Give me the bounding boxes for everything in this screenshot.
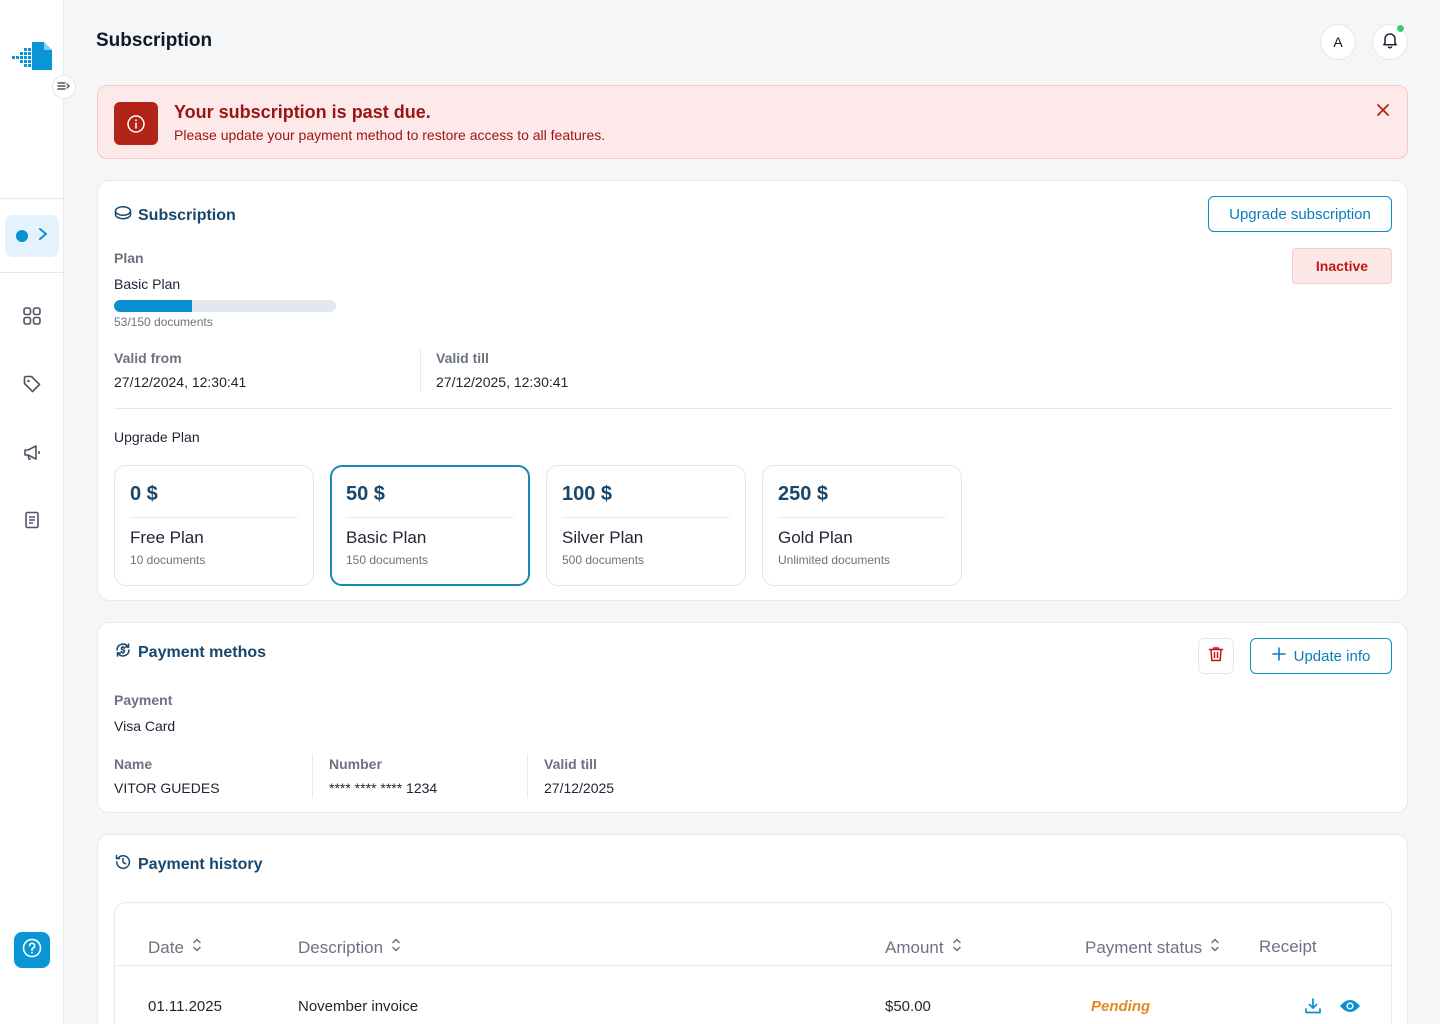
plan-value: Basic Plan	[114, 276, 181, 292]
tag-icon[interactable]	[20, 372, 44, 396]
plan-docs: 150 documents	[346, 553, 429, 567]
plan-docs: 10 documents	[130, 553, 206, 567]
field-divider	[527, 754, 528, 798]
plan-label: Plan	[114, 250, 144, 266]
row-description: November invoice	[298, 998, 419, 1015]
trash-icon	[1207, 645, 1225, 668]
valid-from-value: 27/12/2024, 12:30:41	[114, 374, 247, 390]
payment-history-heading: Payment history	[114, 853, 262, 876]
chevron-right-icon	[38, 227, 48, 246]
plus-icon	[1271, 647, 1286, 665]
app-logo	[10, 40, 54, 72]
table-header-divider	[115, 965, 1391, 966]
payment-history-card: Payment history Date Description Amount …	[97, 834, 1408, 1024]
plan-name: Silver Plan	[562, 528, 644, 547]
sort-icon	[952, 937, 962, 958]
card-valid-till-label: Valid till	[544, 756, 597, 772]
payment-method-card: Payment methos Update info Payment Visa …	[97, 622, 1408, 813]
payment-cycle-icon	[114, 641, 132, 664]
plan-price: 100 $	[562, 483, 613, 505]
megaphone-icon[interactable]	[20, 440, 44, 464]
sidebar-divider	[0, 198, 64, 199]
column-header-amount[interactable]: Amount	[885, 937, 962, 958]
field-divider	[312, 754, 313, 798]
view-icon[interactable]	[1339, 996, 1361, 1020]
status-badge: Inactive	[1292, 248, 1392, 284]
alert-title: Your subscription is past due.	[174, 102, 431, 122]
subscription-card: Subscription Upgrade subscription Inacti…	[97, 180, 1408, 601]
history-icon	[114, 853, 132, 876]
sidebar	[0, 0, 64, 1024]
plan-card-free[interactable]: 0 $ Free Plan 10 documents	[114, 465, 314, 586]
plan-docs: 500 documents	[562, 553, 645, 567]
plan-name: Basic Plan	[346, 528, 427, 547]
plan-price: 50 $	[346, 483, 385, 505]
valid-till-value: 27/12/2025, 12:30:41	[436, 374, 569, 390]
info-icon	[114, 102, 158, 145]
payment-history-table: Date Description Amount Payment status R…	[114, 902, 1392, 1024]
plan-divider	[778, 517, 946, 518]
plan-card-gold[interactable]: 250 $ Gold Plan Unlimited documents	[762, 465, 962, 586]
update-info-button[interactable]: Update info	[1250, 638, 1392, 674]
column-header-receipt: Receipt	[1259, 937, 1317, 956]
sidebar-collapse-button[interactable]	[52, 75, 76, 99]
valid-till-label: Valid till	[436, 350, 489, 366]
avatar[interactable]: A	[1320, 24, 1356, 60]
column-header-description[interactable]: Description	[298, 937, 401, 958]
column-header-date[interactable]: Date	[148, 937, 202, 958]
bell-icon	[1381, 31, 1399, 54]
status-dot-icon	[16, 230, 28, 242]
usage-progress-fill	[114, 300, 193, 312]
plan-name: Free Plan	[130, 528, 204, 547]
field-divider	[420, 348, 421, 392]
row-date: 01.11.2025	[148, 998, 222, 1015]
collapse-icon	[57, 78, 71, 96]
dashboard-icon[interactable]	[20, 304, 44, 328]
plan-card-silver[interactable]: 100 $ Silver Plan 500 documents	[546, 465, 746, 586]
plan-card-basic[interactable]: 50 $ Basic Plan 150 documents	[330, 465, 530, 586]
alert-message: Please update your payment method to res…	[174, 127, 606, 143]
section-divider	[114, 408, 1392, 409]
sort-icon	[192, 937, 202, 958]
sidebar-item-active[interactable]	[5, 215, 59, 257]
card-name-value: VITOR GUEDES	[114, 780, 220, 796]
payment-value: Visa Card	[114, 718, 176, 734]
document-icon[interactable]	[20, 508, 44, 532]
notification-dot	[1396, 24, 1405, 33]
plan-divider	[346, 517, 514, 518]
plan-name: Gold Plan	[778, 528, 853, 547]
sidebar-divider	[0, 272, 64, 273]
card-number-label: Number	[329, 756, 382, 772]
row-amount: $50.00	[885, 998, 931, 1015]
page-title: Subscription	[96, 30, 213, 51]
help-icon	[21, 937, 43, 964]
payment-method-heading: Payment methos	[114, 641, 266, 664]
usage-text: 53/150 documents	[114, 315, 213, 329]
column-header-status[interactable]: Payment status	[1085, 937, 1220, 958]
row-status: Pending	[1091, 998, 1151, 1015]
card-valid-till-value: 27/12/2025	[544, 780, 615, 796]
plan-price: 250 $	[778, 483, 829, 505]
coins-icon	[114, 205, 132, 226]
plan-divider	[130, 517, 298, 518]
usage-progress-bar	[114, 300, 336, 312]
delete-payment-button[interactable]	[1198, 638, 1234, 674]
download-icon[interactable]	[1303, 996, 1323, 1020]
sort-icon	[1210, 937, 1220, 958]
valid-from-label: Valid from	[114, 350, 182, 366]
plan-docs: Unlimited documents	[778, 553, 891, 567]
sort-icon	[391, 937, 401, 958]
past-due-alert: Your subscription is past due. Please up…	[97, 85, 1408, 159]
subscription-heading: Subscription	[114, 205, 236, 226]
card-name-label: Name	[114, 756, 153, 772]
help-button[interactable]	[14, 932, 50, 968]
close-icon[interactable]	[1373, 100, 1393, 120]
upgrade-subscription-button[interactable]: Upgrade subscription	[1208, 196, 1392, 232]
card-number-value: **** **** **** 1234	[329, 780, 438, 796]
plan-divider	[562, 517, 730, 518]
notifications-button[interactable]	[1372, 24, 1408, 60]
payment-label: Payment	[114, 692, 173, 708]
upgrade-plan-label: Upgrade Plan	[114, 429, 200, 445]
plan-price: 0 $	[130, 483, 158, 505]
